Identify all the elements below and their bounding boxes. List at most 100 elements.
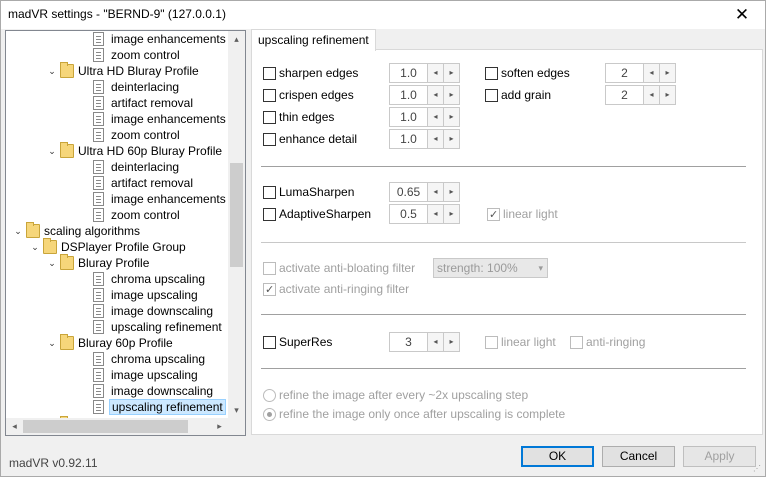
tree-vertical-scrollbar[interactable]: ▴ ▾	[228, 31, 245, 419]
tree-page-node[interactable]: zoom control	[6, 127, 230, 143]
tree-content: image enhancements zoom control ⌄ Ultra HD …	[6, 31, 230, 419]
spinner-value[interactable]: 0.5	[389, 204, 428, 224]
tree-page-node[interactable]: image enhancements	[6, 191, 230, 207]
ok-button[interactable]: OK	[521, 446, 594, 467]
tree-folder-node[interactable]: ⌄ DSPlayer Profile Group	[6, 238, 230, 255]
scroll-down-icon[interactable]: ▾	[228, 402, 245, 419]
tree-folder-node[interactable]: ⌄ Ultra HD Bluray Profile	[6, 62, 230, 79]
tree-page-node[interactable]: chroma upscaling	[6, 271, 230, 287]
checkbox-box[interactable]	[487, 207, 500, 223]
page-icon	[93, 48, 104, 62]
decrement-icon[interactable]: ◂	[427, 204, 444, 224]
increment-icon[interactable]: ▸	[443, 182, 460, 202]
decrement-icon[interactable]: ◂	[427, 107, 444, 127]
tree-folder-node[interactable]: ⌄ Bluray Profile	[6, 254, 230, 271]
tree-page-node[interactable]: image upscaling	[6, 367, 230, 383]
decrement-icon[interactable]: ◂	[427, 63, 444, 83]
spinner-value[interactable]: 1.0	[389, 85, 428, 105]
tree-horizontal-scrollbar[interactable]: ◂ ▸	[6, 418, 245, 435]
tree-node-label: image enhancements	[111, 32, 226, 46]
expand-toggle-icon[interactable]: ⌄	[46, 143, 58, 159]
decrement-icon[interactable]: ◂	[427, 332, 444, 352]
tree-page-node[interactable]: image upscaling	[6, 287, 230, 303]
spinner-value[interactable]: 3	[389, 332, 428, 352]
close-icon[interactable]: ✕	[719, 1, 765, 29]
tree-folder-node[interactable]: ⌄ scaling algorithms	[6, 222, 230, 239]
checkbox-box[interactable]	[263, 67, 276, 80]
tree-node-label: deinterlacing	[111, 160, 180, 174]
tree-page-node[interactable]: upscaling refinement	[6, 319, 230, 335]
tree-page-node[interactable]: image downscaling	[6, 383, 230, 399]
checkbox-box[interactable]	[570, 336, 583, 349]
increment-icon[interactable]: ▸	[443, 85, 460, 105]
checkbox-label: AdaptiveSharpen	[279, 207, 372, 221]
checkbox-box[interactable]	[263, 111, 276, 124]
tree-page-node[interactable]: chroma upscaling	[6, 351, 230, 367]
decrement-icon[interactable]: ◂	[427, 182, 444, 202]
spinner-value[interactable]: 1.0	[389, 63, 428, 83]
expand-toggle-icon[interactable]: ⌄	[46, 335, 58, 351]
checkbox-box[interactable]	[263, 336, 276, 349]
increment-icon[interactable]: ▸	[443, 63, 460, 83]
spinner-value[interactable]: 2	[605, 85, 644, 105]
increment-icon[interactable]: ▸	[443, 107, 460, 127]
spinner-value[interactable]: 0.65	[389, 182, 428, 202]
expand-toggle-icon[interactable]: ⌄	[46, 255, 58, 271]
settings-tree[interactable]: image enhancements zoom control ⌄ Ultra HD …	[5, 30, 246, 436]
radio-circle[interactable]	[263, 408, 276, 421]
checkbox-label: crispen edges	[279, 88, 354, 102]
increment-icon[interactable]: ▸	[443, 204, 460, 224]
tree-page-node[interactable]: zoom control	[6, 207, 230, 223]
increment-icon[interactable]: ▸	[659, 63, 676, 83]
decrement-icon[interactable]: ◂	[643, 63, 660, 83]
spinner-value[interactable]: 1.0	[389, 107, 428, 127]
hscroll-thumb[interactable]	[23, 420, 188, 433]
expand-toggle-icon[interactable]: ⌄	[12, 223, 24, 239]
tree-node-label: zoom control	[111, 48, 180, 62]
checkbox-box[interactable]	[263, 208, 276, 221]
checkbox-box[interactable]	[263, 133, 276, 146]
increment-icon[interactable]: ▸	[443, 332, 460, 352]
chevron-down-icon[interactable]: ▾	[538, 259, 543, 277]
tree-page-node[interactable]: zoom control	[6, 47, 230, 63]
tree-page-node[interactable]: image enhancements	[6, 31, 230, 47]
scroll-thumb[interactable]	[230, 163, 243, 267]
checkbox-box[interactable]	[263, 262, 276, 275]
checkbox-box[interactable]	[485, 67, 498, 80]
apply-button[interactable]: Apply	[683, 446, 756, 467]
checkbox-box[interactable]	[263, 89, 276, 102]
expand-toggle-icon[interactable]: ⌄	[46, 63, 58, 79]
scroll-up-icon[interactable]: ▴	[228, 31, 245, 48]
tree-node-label: image downscaling	[111, 384, 214, 398]
tree-page-node[interactable]: image enhancements	[6, 111, 230, 127]
tree-page-node[interactable]: deinterlacing	[6, 159, 230, 175]
decrement-icon[interactable]: ◂	[427, 129, 444, 149]
tree-page-node[interactable]: image downscaling	[6, 303, 230, 319]
tree-page-node[interactable]: upscaling refinement	[6, 399, 230, 415]
increment-icon[interactable]: ▸	[443, 129, 460, 149]
strength-dropdown[interactable]: strength: 100% ▾	[433, 258, 548, 278]
decrement-icon[interactable]: ◂	[643, 85, 660, 105]
scroll-left-icon[interactable]: ◂	[6, 418, 23, 435]
decrement-icon[interactable]: ◂	[427, 85, 444, 105]
scroll-right-icon[interactable]: ▸	[211, 418, 228, 435]
spinner-value[interactable]: 1.0	[389, 129, 428, 149]
spinner-value[interactable]: 2	[605, 63, 644, 83]
tree-page-node[interactable]: deinterlacing	[6, 79, 230, 95]
tree-folder-node[interactable]: ⌄ Ultra HD 60p Bluray Profile	[6, 142, 230, 159]
divider	[261, 314, 746, 315]
tree-folder-node[interactable]: ⌄ Bluray 60p Profile	[6, 334, 230, 351]
page-icon	[93, 32, 104, 46]
checkbox-box[interactable]	[485, 336, 498, 349]
increment-icon[interactable]: ▸	[659, 85, 676, 105]
checkbox-box[interactable]	[263, 186, 276, 199]
checkbox-box[interactable]	[485, 89, 498, 102]
resize-grip-icon[interactable]: ⋰	[753, 464, 763, 474]
expand-toggle-icon[interactable]: ⌄	[29, 239, 41, 255]
tree-page-node[interactable]: artifact removal	[6, 95, 230, 111]
tab-upscaling-refinement[interactable]: upscaling refinement	[251, 29, 376, 51]
radio-circle[interactable]	[263, 389, 276, 402]
cancel-button[interactable]: Cancel	[602, 446, 675, 467]
checkbox-box[interactable]	[263, 282, 276, 298]
tree-page-node[interactable]: artifact removal	[6, 175, 230, 191]
